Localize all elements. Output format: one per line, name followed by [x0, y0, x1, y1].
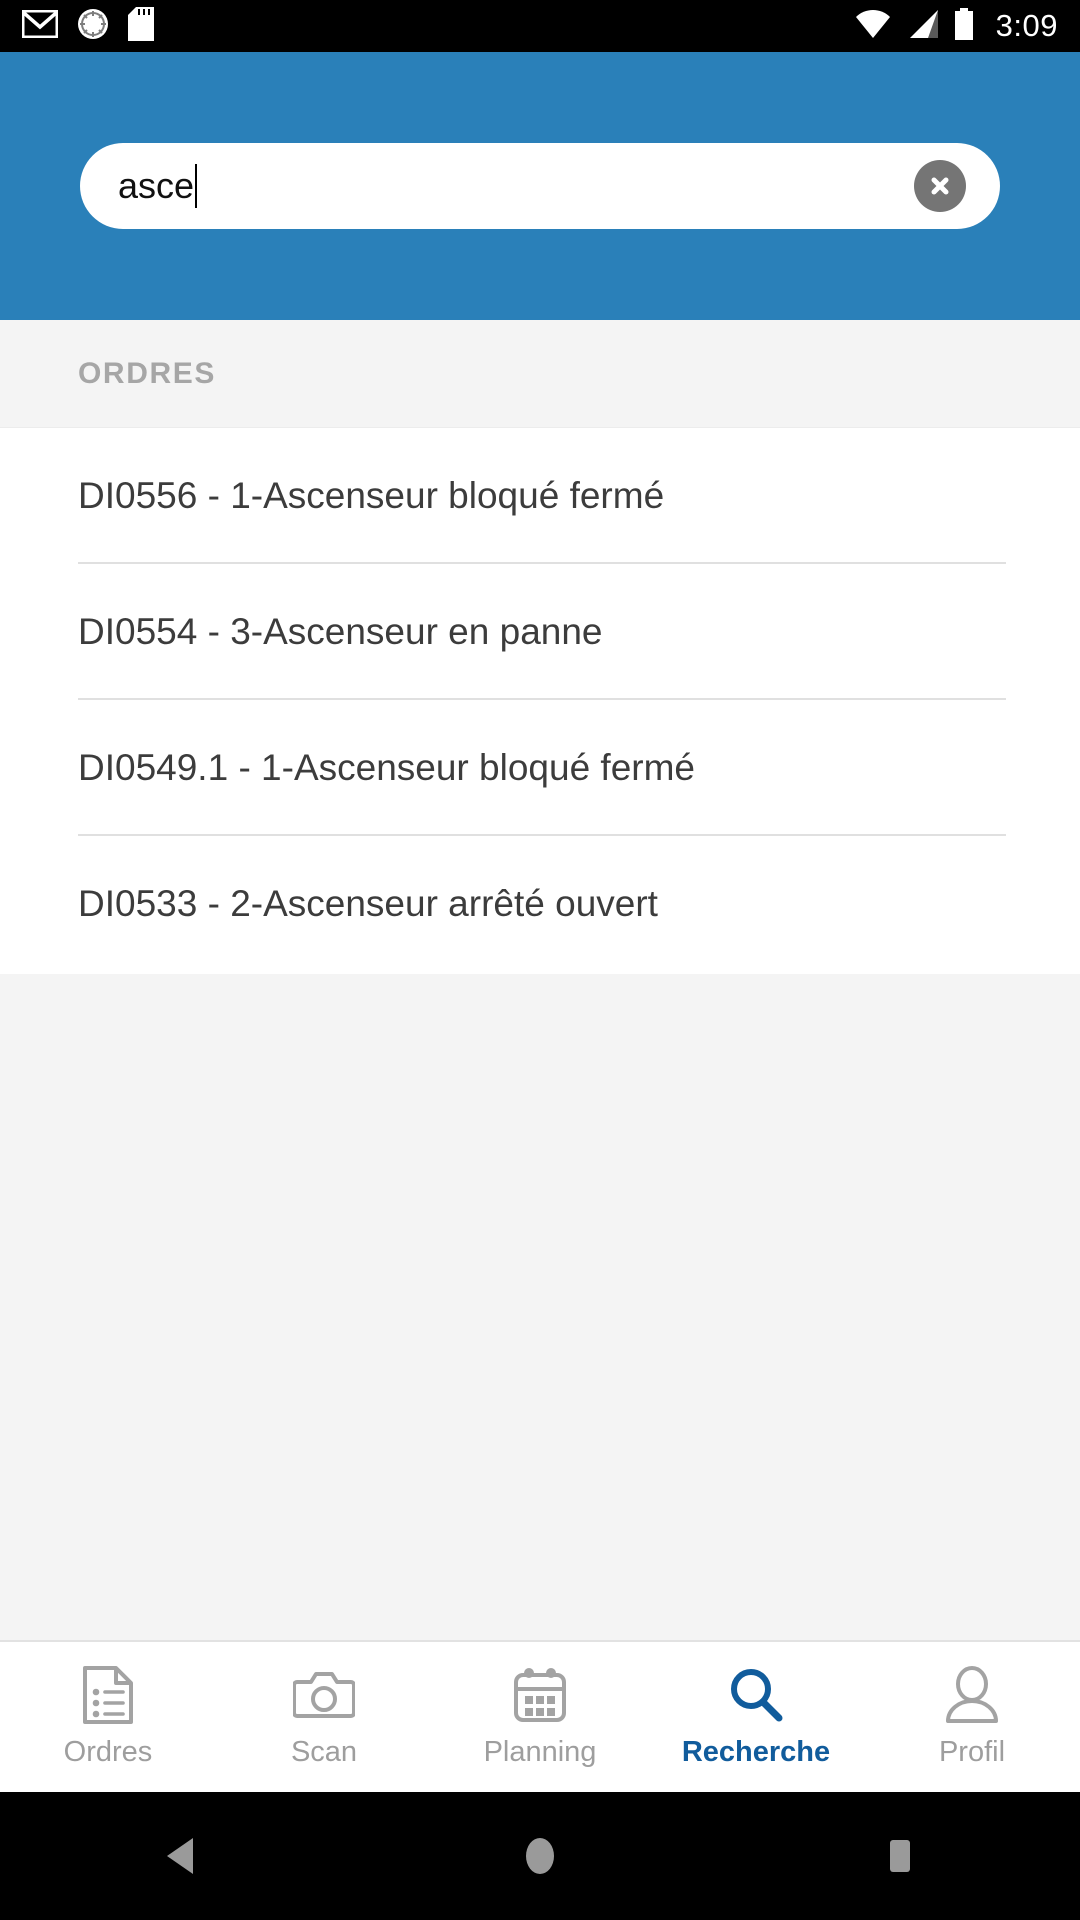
list-item-label: DI0556 - 1-Ascenseur bloqué fermé [78, 475, 665, 516]
back-triangle-icon [167, 1838, 193, 1874]
text-caret [195, 164, 198, 208]
list-item-label: DI0549.1 - 1-Ascenseur bloqué fermé [78, 747, 696, 788]
status-bar: 3:09 [0, 0, 1080, 52]
tab-profil[interactable]: Profil [864, 1642, 1080, 1792]
cellular-signal-icon [906, 9, 940, 44]
app-header: asce [0, 52, 1080, 320]
section-title: ORDRES [78, 356, 216, 390]
person-icon [944, 1665, 1000, 1724]
close-icon [931, 177, 949, 195]
tab-label-scan: Scan [290, 1735, 358, 1768]
home-button[interactable] [360, 1835, 720, 1877]
camera-icon [293, 1666, 355, 1724]
tab-ordres[interactable]: Ordres [0, 1642, 216, 1792]
tab-scan[interactable]: Scan [216, 1642, 432, 1792]
clear-search-button[interactable] [914, 160, 966, 212]
document-list-icon [83, 1665, 133, 1724]
status-bar-clock: 3:09 [995, 8, 1058, 43]
list-item-label: DI0554 - 3-Ascenseur en panne [78, 611, 603, 652]
results-section-header: ORDRES [0, 320, 1080, 428]
gmail-icon [21, 9, 59, 43]
recents-square-icon [890, 1840, 910, 1872]
list-item[interactable]: DI0554 - 3-Ascenseur en panne [0, 564, 1080, 700]
list-item[interactable]: DI0533 - 2-Ascenseur arrêté ouvert [0, 836, 1080, 972]
empty-content-area [0, 974, 1080, 1640]
home-circle-icon [526, 1838, 554, 1874]
wifi-icon [854, 9, 892, 44]
search-bar[interactable]: asce [80, 143, 1000, 229]
back-button[interactable] [0, 1836, 360, 1876]
calendar-icon [513, 1666, 567, 1724]
status-bar-right-icons: 3:09 [854, 7, 1058, 45]
tab-label-planning: Planning [483, 1735, 597, 1768]
status-bar-left-icons [21, 6, 154, 46]
search-results-list: DI0556 - 1-Ascenseur bloqué fermé DI0554… [0, 428, 1080, 974]
bottom-tab-bar: Ordres Scan Planning Recherche Profil [0, 1640, 1080, 1792]
search-input[interactable]: asce [118, 143, 914, 229]
search-icon [728, 1666, 784, 1724]
sd-card-icon [128, 6, 154, 46]
list-item[interactable]: DI0556 - 1-Ascenseur bloqué fermé [0, 428, 1080, 564]
system-navigation-bar [0, 1792, 1080, 1920]
tab-label-ordres: Ordres [63, 1735, 153, 1768]
search-input-value: asce [118, 165, 195, 206]
list-item-label: DI0533 - 2-Ascenseur arrêté ouvert [78, 883, 658, 924]
tab-recherche[interactable]: Recherche [648, 1642, 864, 1792]
tab-label-recherche: Recherche [681, 1735, 831, 1768]
tab-planning[interactable]: Planning [432, 1642, 648, 1792]
tab-label-profil: Profil [938, 1735, 1006, 1768]
phone-screen: 3:09 asce ORDRES DI0556 - 1-Ascenseur bl… [0, 0, 1080, 1920]
list-item[interactable]: DI0549.1 - 1-Ascenseur bloqué fermé [0, 700, 1080, 836]
battery-icon [954, 7, 974, 45]
recents-button[interactable] [720, 1836, 1080, 1876]
sync-icon [76, 7, 110, 46]
